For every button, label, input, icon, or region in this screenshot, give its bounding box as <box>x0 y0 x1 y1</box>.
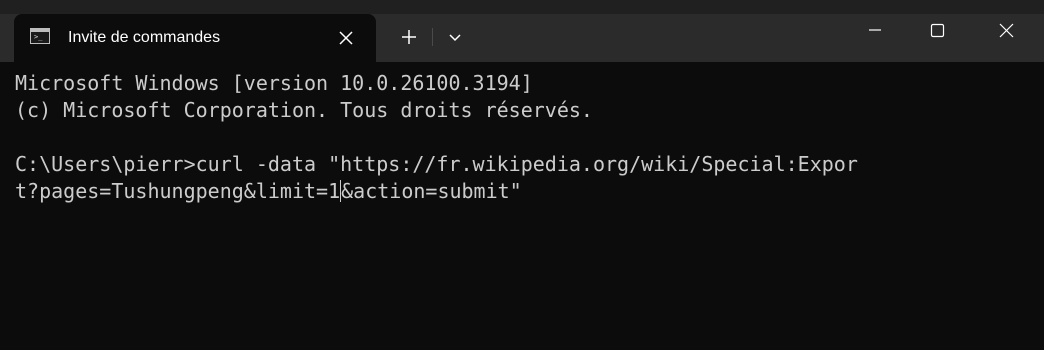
tab-invite-de-commandes[interactable]: >_ Invite de commandes <box>14 14 376 62</box>
terminal-output[interactable]: Microsoft Windows [version 10.0.26100.31… <box>0 62 1044 350</box>
title-bar-separator <box>432 28 433 46</box>
title-bar[interactable]: >_ Invite de commandes <box>0 0 1044 62</box>
maximize-icon <box>930 23 945 38</box>
terminal-command-line-2: t?pages=Tushungpeng&limit=1&action=submi… <box>15 178 1044 205</box>
close-icon <box>339 31 353 45</box>
new-tab-button[interactable] <box>394 22 424 52</box>
cmd-icon: >_ <box>30 28 50 44</box>
minimize-icon <box>869 29 881 31</box>
close-window-button[interactable] <box>984 10 1030 50</box>
tab-title: Invite de commandes <box>68 29 221 46</box>
terminal-line-version: Microsoft Windows [version 10.0.26100.31… <box>15 71 533 95</box>
terminal-command-line-1: C:\Users\pierr>curl -data "https://fr.wi… <box>15 152 858 176</box>
close-tab-button[interactable] <box>332 24 360 52</box>
plus-icon <box>402 30 416 44</box>
command-text-before-cursor: t?pages=Tushungpeng&limit=1 <box>15 179 341 203</box>
close-icon <box>999 23 1014 38</box>
tab-dropdown-button[interactable] <box>440 22 470 52</box>
terminal-line-copyright: (c) Microsoft Corporation. Tous droits r… <box>15 98 593 122</box>
maximize-button[interactable] <box>914 10 960 50</box>
command-text-after-cursor: &action=submit" <box>341 179 522 203</box>
minimize-button[interactable] <box>852 10 898 50</box>
chevron-down-icon <box>449 34 461 42</box>
terminal-window: >_ Invite de commandes Microsoft Windows… <box>0 0 1044 350</box>
